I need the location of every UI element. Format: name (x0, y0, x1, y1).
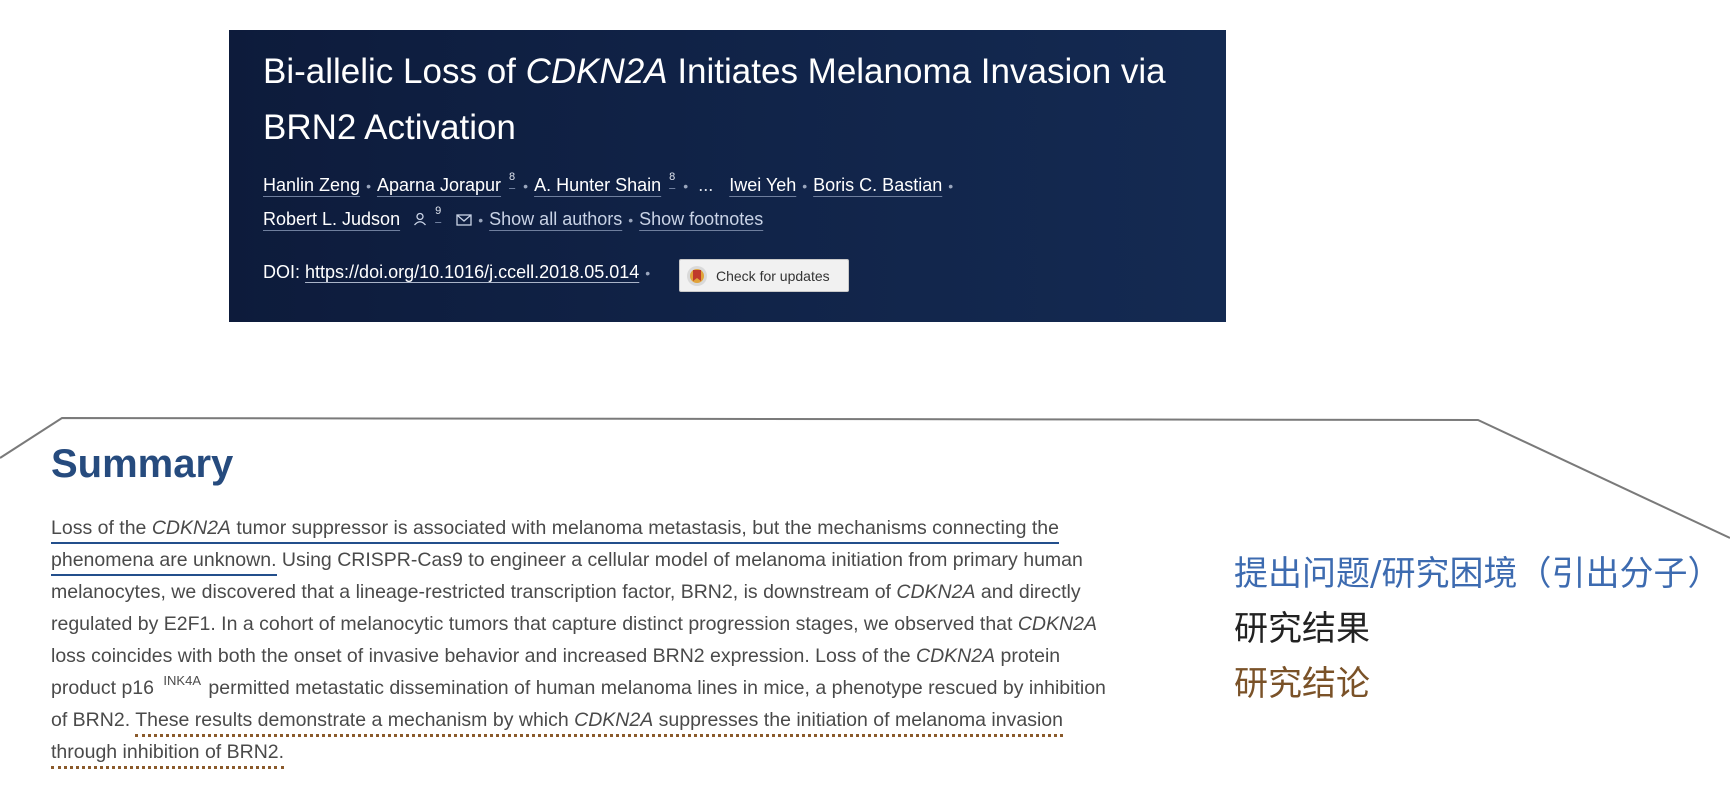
author-link[interactable]: Hanlin Zeng (263, 175, 360, 195)
problem-highlight: phenomena are unknown. (51, 549, 277, 576)
doi-link[interactable]: https://doi.org/10.1016/j.ccell.2018.05.… (305, 262, 639, 282)
author-link[interactable]: Boris C. Bastian (813, 175, 942, 195)
crossmark-icon (686, 265, 708, 287)
summary-text: Loss of the CDKN2A tumor suppressor is a… (51, 517, 1059, 544)
doi-row: DOI: https://doi.org/10.1016/j.ccell.201… (263, 262, 651, 282)
show-all-authors-link[interactable]: Show all authors (489, 209, 622, 229)
author-link[interactable]: Robert L. Judson (263, 209, 400, 229)
annotation-conclusion: 研究结论 (1234, 664, 1370, 704)
author-list: Hanlin Zeng • Aparna Jorapur 8• A. Hunter Sh… (263, 171, 954, 195)
summary-text: of BRN2. These results demonstrate a mec… (51, 709, 1063, 737)
summary-text: melanocytes, we discovered that a lineag… (51, 581, 1081, 603)
summary-text: regulated by E2F1. In a cohort of melano… (51, 613, 1097, 635)
summary-heading: Summary (51, 442, 234, 486)
annotation-problem: 提出问题/研究困境（引出分子） (1234, 554, 1722, 594)
summary-text: phenomena are unknown. Using CRISPR-Cas9… (51, 549, 1083, 576)
author-link[interactable]: Aparna Jorapur (377, 175, 501, 195)
show-footnotes-link[interactable]: Show footnotes (639, 209, 763, 229)
author-footnote[interactable]: 8 (509, 171, 515, 183)
person-icon (413, 210, 427, 231)
summary-text: product p16 INK4A permitted metastatic d… (51, 673, 1106, 699)
check-for-updates-label: Check for updates (716, 267, 830, 284)
conclusion-highlight: through inhibition of BRN2. (51, 741, 285, 769)
annotation-results: 研究结果 (1234, 609, 1370, 649)
summary-text: through inhibition of BRN2. (51, 741, 285, 769)
author-link[interactable]: Iwei Yeh (729, 175, 796, 195)
article-header: Bi-allelic Loss of CDKN2A Initiates Mela… (229, 30, 1226, 322)
summary-text: loss coincides with both the onset of in… (51, 645, 1061, 667)
author-footnote[interactable]: 8 (669, 171, 675, 183)
author-list-line-2: Robert L. Judson 9 • Show all authors • Sho… (263, 205, 764, 231)
mail-icon[interactable] (456, 210, 472, 231)
authors-ellipsis: ... (698, 175, 714, 195)
author-link[interactable]: A. Hunter Shain (534, 175, 661, 195)
problem-highlight: Loss of the CDKN2A tumor suppressor is a… (51, 517, 1059, 544)
article-title: Bi-allelic Loss of CDKN2A Initiates Mela… (263, 52, 1166, 147)
check-for-updates-button[interactable]: Check for updates (679, 259, 849, 292)
doi-label: DOI: (263, 262, 301, 282)
conclusion-highlight: These results demonstrate a mechanism by… (135, 709, 1063, 737)
author-footnote[interactable]: 9 (435, 205, 441, 217)
